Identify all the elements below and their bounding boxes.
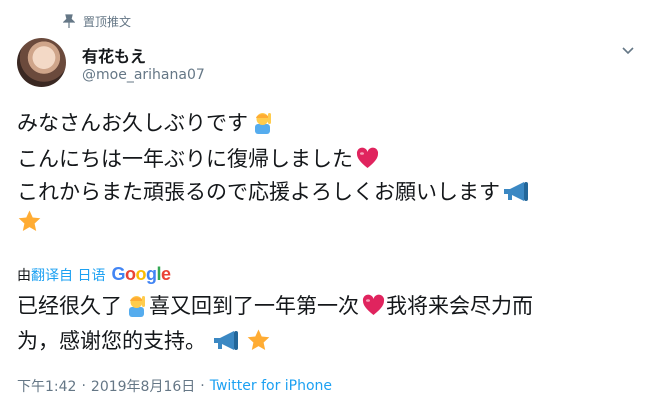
- tweet-line-text: みなさんお久しぶりです: [17, 111, 248, 135]
- heart-emoji: [361, 293, 386, 318]
- tweet-date[interactable]: 2019年8月16日: [91, 376, 195, 396]
- translated-text: 我将来会尽力而: [386, 294, 533, 318]
- star-emoji: [246, 328, 271, 353]
- tweet-time[interactable]: 下午1:42: [17, 376, 76, 396]
- tweet-line-text: こんにちは一年ぶりに復帰しました: [17, 147, 353, 171]
- man-raising-hand-emoji: [124, 293, 149, 318]
- translated-text-line-2: 为，感谢您的支持。: [17, 325, 271, 355]
- avatar[interactable]: [17, 38, 66, 87]
- pinned-label: 置顶推文: [83, 14, 132, 29]
- translated-text-line-1: 已经很久了 喜又回到了一年第一次 我将来会尽力而: [17, 290, 533, 320]
- translated-text: 喜又回到了一年第一次: [149, 294, 359, 318]
- translate-language-link[interactable]: 翻译自 日语: [31, 265, 105, 285]
- tweet-text-line-4: [17, 209, 42, 234]
- heart-emoji: [355, 146, 380, 171]
- pinned-tweet-header: 置顶推文: [62, 12, 131, 30]
- translate-prefix: 由: [17, 267, 31, 284]
- pin-icon: [62, 14, 76, 28]
- google-logo: Google: [111, 264, 171, 285]
- google-letter: e: [160, 264, 171, 284]
- tweet-source-link[interactable]: Twitter for iPhone: [210, 378, 332, 394]
- tweet-text-line-2: こんにちは一年ぶりに復帰しました: [17, 143, 380, 173]
- megaphone-emoji: [502, 179, 528, 204]
- tweet-text-line-3: これからまた頑張るので応援よろしくお願いします: [17, 176, 528, 206]
- meta-separator: ·: [200, 378, 205, 394]
- author-handle[interactable]: @moe_arihana07: [82, 67, 205, 83]
- tweet-metadata: 下午1:42 · 2019年8月16日 · Twitter for iPhone: [17, 376, 332, 396]
- meta-separator: ·: [81, 378, 86, 394]
- google-letter: o: [135, 264, 146, 284]
- chevron-down-icon[interactable]: [620, 43, 636, 57]
- translated-text: 为，感谢您的支持。: [17, 329, 206, 353]
- man-raising-hand-emoji: [250, 110, 275, 135]
- star-emoji: [17, 209, 42, 234]
- google-letter: o: [124, 264, 136, 284]
- tweet-text-line-1: みなさんお久しぶりです: [17, 107, 275, 137]
- translated-text: 已经很久了: [17, 294, 122, 318]
- google-letter: g: [145, 264, 157, 284]
- megaphone-emoji: [212, 328, 244, 353]
- author-display-name[interactable]: 有花もえ: [82, 43, 146, 67]
- tweet-line-text: これからまた頑張るので応援よろしくお願いします: [17, 180, 500, 204]
- translation-attribution: 由 翻译自 日语 Google: [17, 264, 171, 285]
- google-letter: G: [111, 264, 125, 284]
